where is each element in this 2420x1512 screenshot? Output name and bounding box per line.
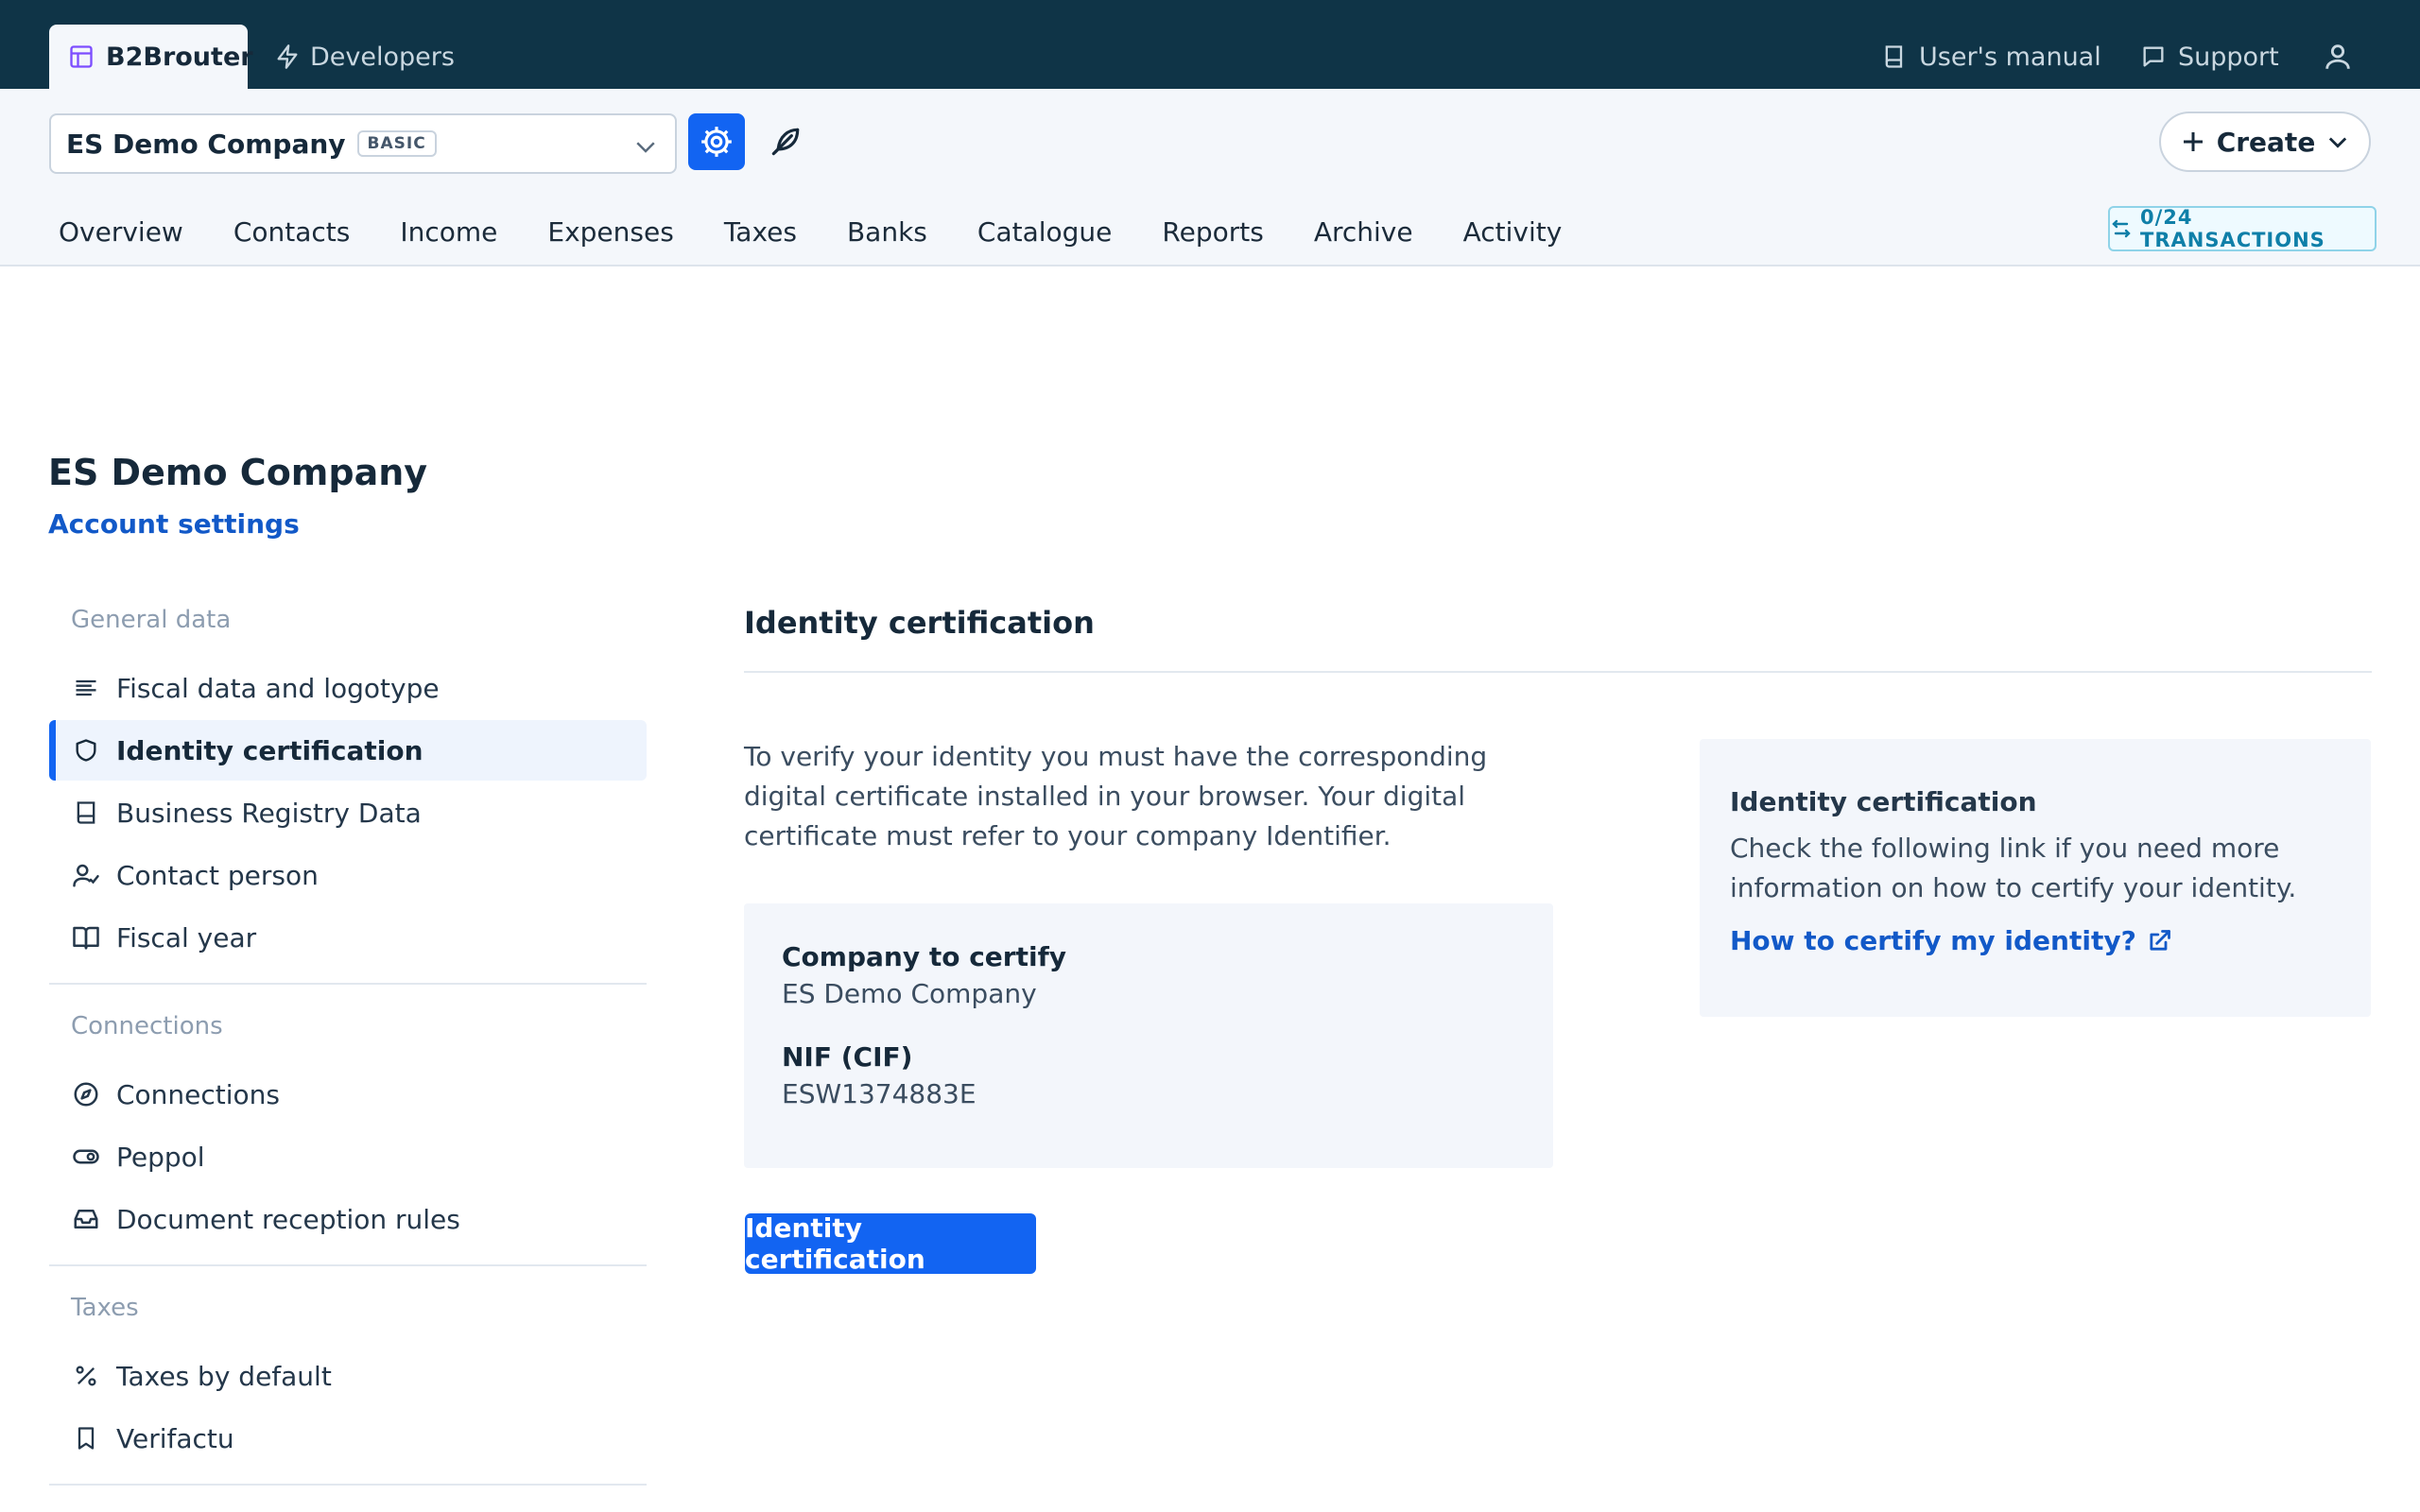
sidebar-item-document-reception[interactable]: Document reception rules — [49, 1189, 647, 1249]
sidebar-divider — [49, 1264, 647, 1266]
sidebar-item-label: Verifactu — [116, 1422, 234, 1454]
users-manual-link[interactable]: User's manual — [1881, 25, 2101, 89]
certification-details-box: Company to certify ES Demo Company NIF (… — [744, 903, 1553, 1168]
nav-archive[interactable]: Archive — [1314, 216, 1413, 248]
gear-icon — [699, 124, 735, 160]
nav-banks[interactable]: Banks — [847, 216, 927, 248]
book-icon — [1881, 43, 1908, 70]
feather-button[interactable] — [762, 117, 809, 166]
identity-certification-button[interactable]: Identity certification — [745, 1212, 1036, 1275]
tab-b2brouter[interactable]: B2Brouter — [49, 25, 253, 89]
sidebar-section-connections: Connections — [71, 1012, 223, 1040]
sidebar-section-general: General data — [71, 606, 232, 634]
create-button[interactable]: Create — [2159, 112, 2371, 172]
nav-contacts[interactable]: Contacts — [233, 216, 351, 248]
user-icon — [2322, 41, 2354, 73]
transactions-badge[interactable]: 0/24 TRANSACTIONS — [2108, 206, 2377, 251]
sidebar-item-business-registry[interactable]: Business Registry Data — [49, 782, 647, 843]
nav-expenses[interactable]: Expenses — [547, 216, 673, 248]
sidebar-item-label: Connections — [116, 1078, 281, 1110]
company-to-certify-label: Company to certify — [782, 941, 1067, 972]
section-description: To verify your identity you must have th… — [744, 741, 1488, 851]
nav-overview[interactable]: Overview — [59, 216, 183, 248]
nav-catalogue[interactable]: Catalogue — [977, 216, 1113, 248]
sidebar-item-peppol[interactable]: Peppol — [49, 1126, 647, 1187]
nav-activity[interactable]: Activity — [1463, 216, 1563, 248]
create-label: Create — [2216, 126, 2316, 158]
how-to-certify-link[interactable]: How to certify my identity? — [1730, 925, 2341, 956]
tab-b2brouter-label: B2Brouter — [106, 42, 253, 72]
open-book-icon — [71, 922, 101, 953]
nif-label: NIF (CIF) — [782, 1041, 913, 1073]
plan-badge: BASIC — [356, 130, 437, 157]
tab-developers[interactable]: Developers — [274, 25, 455, 89]
top-bar: B2Brouter Developers User's manual Suppo… — [0, 0, 2420, 89]
help-title: Identity certification — [1730, 786, 2037, 817]
transactions-label: 0/24 TRANSACTIONS — [2140, 206, 2325, 251]
inbox-icon — [71, 1204, 101, 1234]
section-title: Identity certification — [744, 605, 1095, 641]
chevron-down-icon — [631, 132, 660, 161]
sidebar-item-taxes-by-default[interactable]: Taxes by default — [49, 1346, 647, 1406]
sidebar-item-contact-person[interactable]: Contact person — [49, 845, 647, 905]
company-to-certify-value: ES Demo Company — [782, 978, 1037, 1009]
sidebar-item-fiscal-data[interactable]: Fiscal data and logotype — [49, 658, 647, 718]
toggle-icon — [71, 1142, 101, 1172]
nav-reports[interactable]: Reports — [1162, 216, 1263, 248]
sidebar-item-connections[interactable]: Connections — [49, 1064, 647, 1125]
sidebar-item-label: Identity certification — [116, 734, 424, 766]
how-to-certify-label: How to certify my identity? — [1730, 925, 2136, 956]
sidebar-item-label: Contact person — [116, 859, 319, 891]
page-subtitle[interactable]: Account settings — [48, 508, 300, 540]
bookmark-icon — [71, 1423, 101, 1453]
external-link-icon — [2146, 928, 2172, 954]
nav-income[interactable]: Income — [400, 216, 497, 248]
sidebar-divider — [49, 1484, 647, 1486]
tab-developers-label: Developers — [310, 42, 455, 72]
section-divider — [744, 671, 2372, 673]
sidebar-divider — [49, 983, 647, 985]
lightning-icon — [274, 43, 301, 70]
settings-sidebar: General data Fiscal data and logotype Id… — [49, 595, 647, 1503]
nif-value: ESW1374883E — [782, 1078, 977, 1109]
company-selector[interactable]: ES Demo Company BASIC — [49, 113, 677, 174]
book-icon — [71, 798, 101, 828]
main-nav: Overview Contacts Income Expenses Taxes … — [59, 208, 1562, 255]
nav-taxes[interactable]: Taxes — [724, 216, 797, 248]
sidebar-section-taxes: Taxes — [71, 1294, 139, 1322]
sidebar-item-label: Fiscal year — [116, 921, 257, 954]
help-info-box: Identity certification Check the followi… — [1700, 739, 2371, 1017]
user-check-icon — [71, 860, 101, 890]
layout-icon — [68, 43, 95, 70]
plus-icon — [2179, 128, 2207, 156]
sidebar-item-identity-certification[interactable]: Identity certification — [49, 720, 647, 781]
settings-button[interactable] — [688, 113, 745, 170]
sidebar-item-fiscal-year[interactable]: Fiscal year — [49, 907, 647, 968]
sidebar-item-label: Taxes by default — [116, 1360, 332, 1392]
sidebar-item-label: Peppol — [116, 1141, 205, 1173]
feather-icon — [768, 124, 804, 160]
sidebar-item-label: Fiscal data and logotype — [116, 672, 440, 704]
chat-icon — [2140, 43, 2167, 70]
page-title: ES Demo Company — [48, 452, 428, 493]
help-text: Check the following link if you need mor… — [1730, 833, 2297, 903]
sidebar-item-label: Document reception rules — [116, 1203, 460, 1235]
shield-icon — [71, 735, 101, 765]
users-manual-label: User's manual — [1919, 42, 2101, 72]
company-selector-name: ES Demo Company — [66, 128, 346, 160]
sidebar-item-label: Business Registry Data — [116, 797, 422, 829]
percent-icon — [71, 1361, 101, 1391]
compass-icon — [71, 1079, 101, 1109]
chevron-down-icon — [2325, 129, 2351, 155]
user-menu-button[interactable] — [2322, 25, 2354, 89]
arrows-exchange-icon — [2110, 217, 2133, 240]
align-left-icon — [71, 673, 101, 703]
sidebar-item-verifactu[interactable]: Verifactu — [49, 1408, 647, 1469]
support-link[interactable]: Support — [2140, 25, 2279, 89]
support-label: Support — [2178, 42, 2279, 72]
